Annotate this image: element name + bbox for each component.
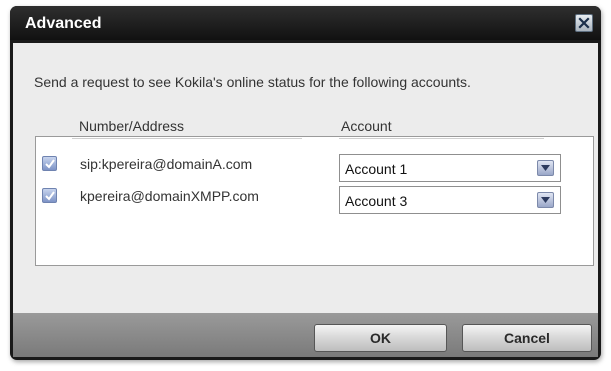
dialog-title: Advanced [25, 15, 102, 32]
account-select[interactable]: Account 1 [339, 154, 561, 182]
advanced-dialog: Advanced Send a request to see Kokila's … [10, 6, 601, 360]
row-checkbox[interactable] [42, 156, 57, 171]
account-select[interactable]: Account 3 [339, 186, 561, 214]
close-button[interactable] [575, 14, 593, 32]
header-separator [72, 138, 302, 139]
account-select-value: Account 1 [345, 161, 408, 177]
checkmark-icon [45, 159, 55, 169]
chevron-down-icon[interactable] [537, 192, 554, 208]
cancel-button[interactable]: Cancel [462, 324, 592, 352]
list-item: kpereira@domainXMPP.com Account 3 [35, 182, 594, 214]
dialog-content: Send a request to see Kokila's online st… [13, 43, 598, 313]
account-select-value: Account 3 [345, 193, 408, 209]
header-separator [339, 138, 544, 139]
instruction-text: Send a request to see Kokila's online st… [34, 74, 471, 90]
row-checkbox[interactable] [42, 188, 57, 203]
title-bar[interactable]: Advanced [10, 6, 601, 40]
close-icon [578, 17, 590, 29]
chevron-down-icon[interactable] [537, 160, 554, 176]
checkmark-icon [45, 191, 55, 201]
column-header-number-address: Number/Address [79, 118, 185, 134]
list-item: sip:kpereira@domainA.com Account 1 [35, 150, 594, 182]
column-header-account: Account [341, 118, 392, 134]
ok-button[interactable]: OK [314, 324, 447, 352]
row-address: kpereira@domainXMPP.com [80, 188, 259, 204]
dialog-footer: OK Cancel [13, 313, 598, 357]
row-address: sip:kpereira@domainA.com [80, 156, 253, 172]
